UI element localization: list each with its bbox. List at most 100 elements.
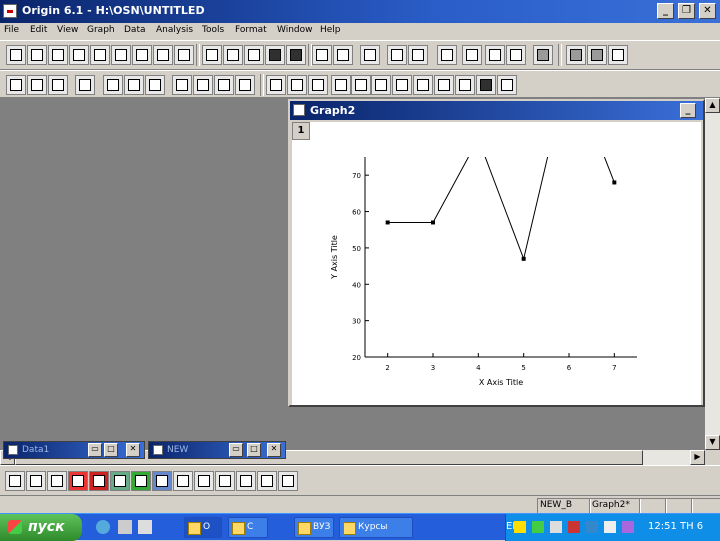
- layer-indicator[interactable]: 1: [292, 122, 310, 140]
- restore-icon[interactable]: ▭: [88, 443, 102, 457]
- vertical-scrollbar[interactable]: ▲ ▼: [705, 98, 720, 450]
- print-icon[interactable]: [360, 45, 380, 65]
- close-button[interactable]: ✕: [699, 3, 716, 19]
- new-worksheet-icon[interactable]: [27, 45, 47, 65]
- taskbar-button-origin[interactable]: O: [184, 517, 222, 538]
- tray-app-icon[interactable]: [622, 521, 634, 533]
- color-scale-icon[interactable]: [214, 75, 234, 95]
- network-icon[interactable]: [550, 521, 562, 533]
- quick-launch-desktop-icon[interactable]: [138, 520, 152, 534]
- copy-icon[interactable]: [587, 45, 607, 65]
- statistics-plot-icon[interactable]: [257, 471, 277, 491]
- security-shield-icon[interactable]: [514, 521, 526, 533]
- import-multiple-icon[interactable]: [333, 45, 353, 65]
- new-function-icon[interactable]: [90, 45, 110, 65]
- add-legend-icon[interactable]: [193, 75, 213, 95]
- layer-arrange-icon[interactable]: [103, 75, 123, 95]
- clock[interactable]: 12:51 ТН 6: [648, 521, 703, 532]
- menu-view[interactable]: View: [57, 25, 78, 35]
- menu-file[interactable]: File: [4, 25, 19, 35]
- cut-icon[interactable]: [566, 45, 586, 65]
- line-symbol-plot-icon[interactable]: [47, 471, 67, 491]
- flag-icon[interactable]: [568, 521, 580, 533]
- refresh-icon[interactable]: [387, 45, 407, 65]
- taskbar-button-c[interactable]: C: [228, 517, 268, 538]
- menu-window[interactable]: Window: [277, 25, 313, 35]
- pointer-tool-icon[interactable]: [266, 75, 286, 95]
- maximize-button[interactable]: ❐: [678, 3, 695, 19]
- graph-title-bar[interactable]: Graph2 _: [290, 101, 703, 120]
- whole-page-icon[interactable]: [48, 75, 68, 95]
- template-plot-icon[interactable]: [278, 471, 298, 491]
- new-matrix-icon[interactable]: [111, 45, 131, 65]
- screen-reader-icon[interactable]: [308, 75, 328, 95]
- menu-edit[interactable]: Edit: [30, 25, 47, 35]
- maximize-icon[interactable]: □: [247, 443, 261, 457]
- graph-window[interactable]: Graph2 _ 2 3 4 5 6 7 20 30 40 50 60 70 X Axis Title Y…: [288, 99, 705, 407]
- new-project-icon[interactable]: [6, 45, 26, 65]
- open-template-icon[interactable]: [223, 45, 243, 65]
- column-plot-icon[interactable]: [68, 471, 88, 491]
- close-icon[interactable]: ✕: [126, 443, 140, 457]
- project-explorer-icon[interactable]: [437, 45, 457, 65]
- zoom-out-icon[interactable]: [27, 75, 47, 95]
- quick-launch-browser-icon[interactable]: [96, 520, 110, 534]
- stack-plot-icon[interactable]: [215, 471, 235, 491]
- zoom-in-icon[interactable]: [6, 75, 26, 95]
- open-icon[interactable]: [202, 45, 222, 65]
- text-tool-icon[interactable]: [392, 75, 412, 95]
- minimized-window-data1[interactable]: Data1 ▭ □ ✕: [3, 441, 145, 459]
- add-text-layer-icon[interactable]: [172, 75, 192, 95]
- open-excel-icon[interactable]: [244, 45, 264, 65]
- line-tool-icon[interactable]: [455, 75, 475, 95]
- quick-launch-folder-icon[interactable]: [118, 520, 132, 534]
- graph-canvas[interactable]: 2 3 4 5 6 7 20 30 40 50 60 70 X Axis Title Y Axis Tit…: [292, 122, 701, 405]
- new-graph-icon[interactable]: [69, 45, 89, 65]
- curved-arrow-icon[interactable]: [434, 75, 454, 95]
- polar-plot-icon[interactable]: [173, 471, 193, 491]
- menu-graph[interactable]: Graph: [87, 25, 115, 35]
- start-button[interactable]: пуск: [0, 514, 82, 541]
- area-plot-icon[interactable]: [131, 471, 151, 491]
- extract-layers-icon[interactable]: [145, 75, 165, 95]
- add-column-icon[interactable]: [533, 45, 553, 65]
- display-icon[interactable]: [586, 521, 598, 533]
- timestamp-icon[interactable]: [235, 75, 255, 95]
- new-notes-icon[interactable]: [153, 45, 173, 65]
- results-log-icon[interactable]: [462, 45, 482, 65]
- menu-data[interactable]: Data: [124, 25, 146, 35]
- bar-plot-icon[interactable]: [89, 471, 109, 491]
- fill-area-icon[interactable]: [152, 471, 172, 491]
- data-selector-icon[interactable]: [351, 75, 371, 95]
- maximize-icon[interactable]: □: [104, 443, 118, 457]
- volume-icon[interactable]: [604, 521, 616, 533]
- menu-analysis[interactable]: Analysis: [156, 25, 193, 35]
- script-window-icon[interactable]: [485, 45, 505, 65]
- import-ascii-icon[interactable]: [312, 45, 332, 65]
- taskbar-button-kursy[interactable]: Курсы: [339, 517, 413, 538]
- rescale-icon[interactable]: [75, 75, 95, 95]
- scroll-down-icon[interactable]: ▼: [705, 435, 720, 450]
- duplicate-icon[interactable]: [408, 45, 428, 65]
- close-icon[interactable]: ✕: [267, 443, 281, 457]
- ternary-plot-icon[interactable]: [194, 471, 214, 491]
- minimize-button[interactable]: _: [657, 3, 674, 19]
- paste-icon[interactable]: [608, 45, 628, 65]
- new-excel-icon[interactable]: [48, 45, 68, 65]
- save-template-icon[interactable]: [286, 45, 306, 65]
- pie-chart-icon[interactable]: [110, 471, 130, 491]
- antivirus-icon[interactable]: [532, 521, 544, 533]
- arrow-tool-icon[interactable]: [413, 75, 433, 95]
- menu-help[interactable]: Help: [320, 25, 341, 35]
- save-project-icon[interactable]: [265, 45, 285, 65]
- menu-format[interactable]: Format: [235, 25, 267, 35]
- circle-tool-icon[interactable]: [497, 75, 517, 95]
- taskbar-button-vuz[interactable]: ВУЗ: [294, 517, 334, 538]
- scroll-up-icon[interactable]: ▲: [705, 98, 720, 113]
- minimized-window-new[interactable]: NEW ▭ □ ✕: [148, 441, 286, 459]
- line-chart[interactable]: 2 3 4 5 6 7 20 30 40 50 60 70 X Axis Title Y Axis Tit…: [292, 122, 701, 405]
- new-layout-icon[interactable]: [132, 45, 152, 65]
- new-excel-book-icon[interactable]: [174, 45, 194, 65]
- data-reader-icon[interactable]: [331, 75, 351, 95]
- rectangle-tool-icon[interactable]: [476, 75, 496, 95]
